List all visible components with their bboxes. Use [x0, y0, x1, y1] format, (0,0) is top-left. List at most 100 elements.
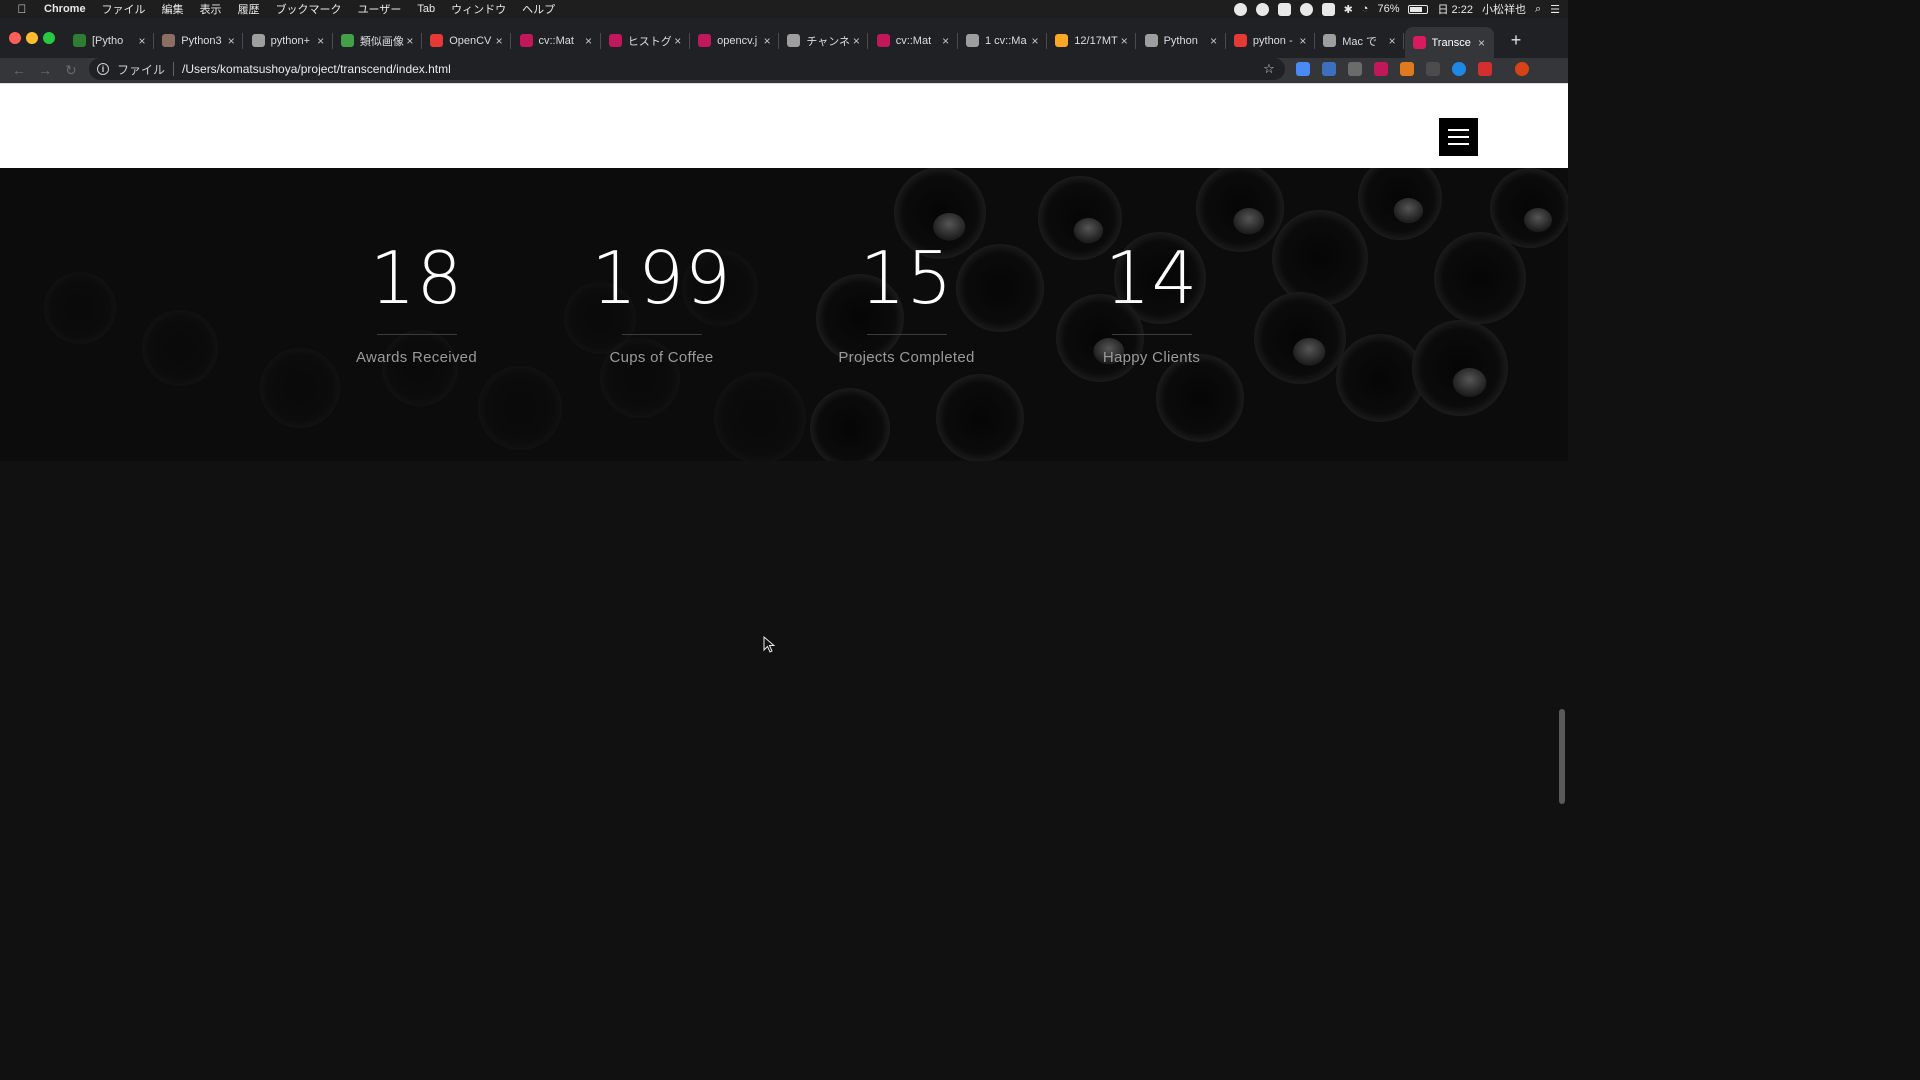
stat-divider	[376, 334, 457, 335]
menu-bookmarks[interactable]: ブックマーク	[268, 1, 350, 17]
stat-divider	[866, 334, 947, 335]
tab-close-icon[interactable]: ×	[493, 34, 505, 48]
metamask-extension-icon[interactable]	[1400, 62, 1414, 76]
page-scrollbar[interactable]	[1559, 709, 1565, 804]
tab-close-icon[interactable]: ×	[583, 34, 595, 48]
tab-title: ヒストグ	[627, 35, 672, 48]
menubar-user[interactable]: 小松祥也	[1482, 1, 1526, 17]
tab-close-icon[interactable]: ×	[672, 34, 684, 48]
tab-close-icon[interactable]: ×	[850, 34, 862, 48]
back-arrow-icon[interactable]: ←	[10, 61, 28, 79]
browser-tab[interactable]: 1 cv::Ma ×	[958, 27, 1047, 54]
tab-title: opencv.j	[717, 34, 758, 47]
tab-close-icon[interactable]: ×	[1297, 34, 1309, 48]
hamburger-line-icon	[1448, 129, 1469, 131]
browser-tab[interactable]: チャンネ ×	[779, 27, 869, 54]
tab-title: Python3	[181, 34, 222, 47]
browser-tab[interactable]: Python ×	[1137, 27, 1226, 54]
browser-tab[interactable]: python - ×	[1226, 27, 1315, 54]
stat-value: 18	[369, 236, 464, 320]
browser-tab[interactable]: [Pytho ×	[65, 27, 154, 54]
profile-avatar[interactable]	[1515, 62, 1529, 76]
menubar-clock[interactable]: 日 2:22	[1437, 1, 1472, 17]
battery-percent: 76%	[1377, 3, 1400, 15]
browser-tab-active[interactable]: Transce ×	[1404, 27, 1494, 58]
tab-close-icon[interactable]: ×	[940, 34, 952, 48]
browser-tab[interactable]: cv::Mat ×	[869, 27, 958, 54]
se-extension-icon[interactable]	[1426, 62, 1440, 76]
tab-close-icon[interactable]: ×	[225, 34, 237, 48]
tab-close-icon[interactable]: ×	[761, 34, 773, 48]
tab-favicon-icon	[1055, 34, 1069, 47]
apple-menu-icon[interactable]: 	[0, 2, 44, 16]
translate-extension-icon[interactable]	[1296, 62, 1310, 76]
browser-tab[interactable]: python+ ×	[244, 27, 333, 54]
creative-cloud-icon[interactable]	[1299, 2, 1313, 16]
browser-tab[interactable]: Python3 ×	[154, 27, 244, 54]
texture-hole	[1412, 320, 1508, 416]
window-close-button[interactable]	[9, 32, 21, 44]
browser-tab[interactable]: 12/17MT ×	[1047, 27, 1137, 54]
stat-value: 199	[591, 236, 732, 320]
tab-title: 12/17MT	[1074, 34, 1118, 47]
window-maximize-button[interactable]	[43, 32, 55, 44]
menu-window[interactable]: ウィンドウ	[443, 1, 514, 17]
tab-close-icon[interactable]: ×	[1208, 34, 1220, 48]
stat-counter: 18 Awards Received	[294, 238, 539, 366]
menu-app-chrome[interactable]: Chrome	[44, 3, 94, 15]
tab-title: python+	[270, 34, 311, 47]
menu-history[interactable]: 履歴	[230, 1, 268, 17]
browser-tab[interactable]: ヒストグ ×	[601, 27, 690, 54]
youtube-extension-icon[interactable]	[1478, 62, 1492, 76]
menu-user[interactable]: ユーザー	[350, 1, 410, 17]
bookmark-star-icon[interactable]: ☆	[1259, 61, 1279, 77]
dropbox-icon[interactable]	[1277, 2, 1291, 16]
input-method-icon[interactable]	[1321, 2, 1335, 16]
stat-counter: 14 Happy Clients	[1029, 238, 1274, 366]
menu-tab[interactable]: Tab	[409, 3, 443, 15]
screenshot-extension-icon[interactable]	[1348, 62, 1362, 76]
browser-tab[interactable]: cv::Mat ×	[512, 27, 601, 54]
tab-close-icon[interactable]: ×	[1029, 34, 1041, 48]
tab-favicon-icon	[966, 34, 979, 47]
hamburger-line-icon	[1448, 143, 1469, 145]
battery-icon[interactable]	[1408, 4, 1429, 14]
menu-view[interactable]: 表示	[192, 1, 230, 17]
blue-extension-icon[interactable]	[1452, 62, 1466, 76]
browser-tab[interactable]: opencv.j ×	[690, 27, 780, 54]
texture-hole	[936, 374, 1024, 461]
off-extension-icon[interactable]	[1374, 62, 1388, 76]
site-info-icon[interactable]: i	[97, 63, 109, 75]
stat-label: Awards Received	[356, 349, 477, 366]
grammarly-icon[interactable]	[1255, 2, 1269, 16]
menu-file[interactable]: ファイル	[94, 1, 154, 17]
tab-close-icon[interactable]: ×	[404, 34, 416, 48]
browser-tab[interactable]: Mac で ×	[1315, 27, 1405, 54]
tab-close-icon[interactable]: ×	[136, 34, 148, 48]
browser-tab[interactable]: 類似画像 ×	[333, 27, 422, 54]
new-tab-button[interactable]: +	[1505, 29, 1527, 51]
bluetooth-icon[interactable]: ✱	[1344, 3, 1353, 16]
record-icon[interactable]	[1233, 2, 1247, 16]
tab-close-icon[interactable]: ×	[315, 34, 327, 48]
address-url[interactable]: /Users/komatsushoya/project/transcend/in…	[182, 62, 1259, 76]
hamburger-menu-button[interactable]	[1439, 118, 1478, 156]
stat-counter: 199 Cups of Coffee	[539, 238, 784, 366]
menu-help[interactable]: ヘルプ	[514, 1, 563, 17]
menu-edit[interactable]: 編集	[154, 1, 192, 17]
tab-close-icon[interactable]: ×	[1118, 34, 1130, 48]
tab-close-icon[interactable]: ×	[1386, 34, 1398, 48]
notification-center-icon[interactable]: ☰	[1550, 3, 1560, 16]
spotlight-search-icon[interactable]: ⌕	[1535, 3, 1541, 16]
tab-close-icon[interactable]: ×	[1476, 36, 1488, 50]
dictionary-extension-icon[interactable]	[1322, 62, 1336, 76]
reload-icon[interactable]: ↻	[62, 61, 80, 79]
address-bar[interactable]: i ファイル /Users/komatsushoya/project/trans…	[89, 58, 1285, 80]
texture-hole	[1490, 168, 1568, 248]
wifi-icon[interactable]: ◔	[1362, 3, 1369, 15]
window-minimize-button[interactable]	[26, 32, 38, 44]
tab-favicon-icon	[876, 34, 890, 47]
tab-title: Mac で	[1342, 35, 1378, 48]
browser-tab[interactable]: OpenCV ×	[422, 27, 512, 54]
forward-arrow-icon[interactable]: →	[36, 61, 54, 79]
